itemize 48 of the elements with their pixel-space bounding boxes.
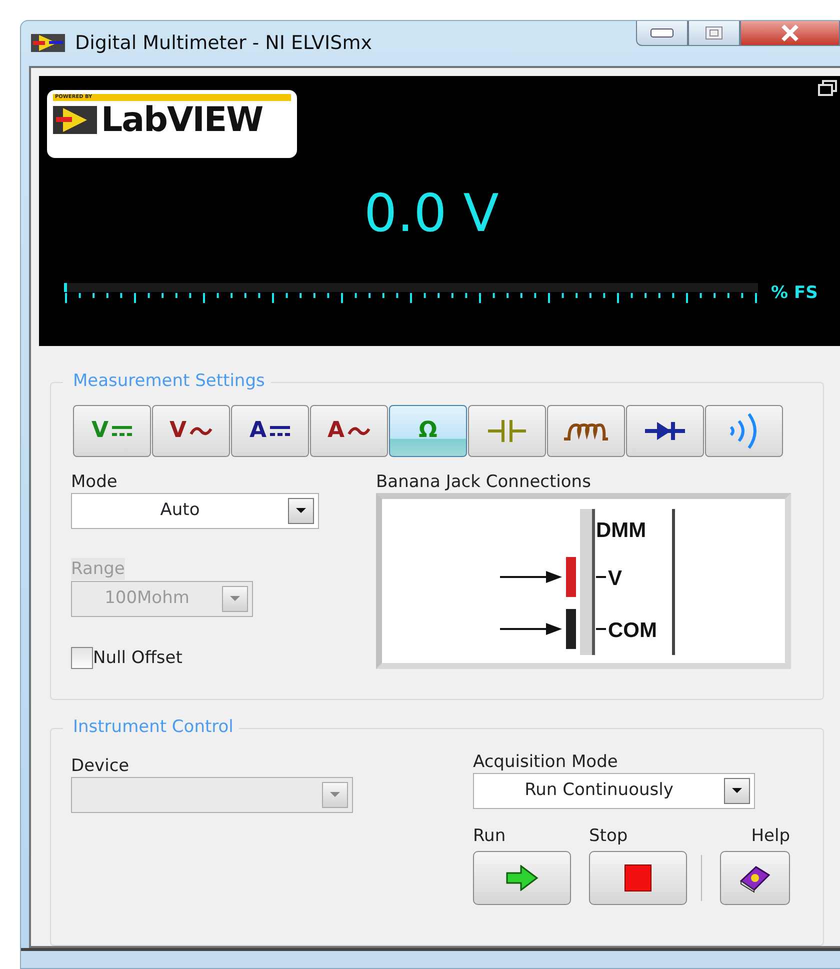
function-button[interactable]	[626, 404, 704, 457]
function-button[interactable]: Ω	[389, 404, 467, 457]
ac-icon	[346, 424, 371, 437]
dc-icon	[110, 424, 133, 437]
scale-unit: % FS	[771, 282, 818, 305]
arrow-icon	[500, 622, 562, 635]
minimize-icon	[650, 28, 674, 38]
button-label: Run	[473, 824, 507, 847]
close-button[interactable]	[740, 21, 840, 46]
function-button[interactable]: V	[152, 404, 230, 457]
button-label: Stop	[589, 824, 629, 847]
stop-icon	[624, 864, 652, 892]
arrow-icon	[500, 570, 562, 583]
meter-reading: 0.0 V	[364, 184, 499, 244]
jack-label: COM	[608, 618, 657, 642]
field-label: Range	[71, 558, 125, 580]
logo-icon	[53, 104, 97, 136]
leader-line	[596, 576, 606, 578]
minimize-button[interactable]	[636, 21, 688, 46]
dropdown-field[interactable]: Auto	[71, 492, 319, 529]
run-button[interactable]	[473, 850, 571, 905]
dc-icon	[268, 424, 291, 437]
window-title: Digital Multimeter - NI ELVISmx	[75, 31, 372, 56]
field-label: Mode	[71, 470, 118, 493]
capacitor-icon	[488, 418, 526, 443]
logo-text: LabVIEW	[101, 100, 263, 139]
stop-button[interactable]	[589, 850, 687, 905]
leader-line	[596, 628, 606, 630]
button-label: Help	[750, 824, 790, 847]
app-icon	[31, 32, 65, 54]
dropdown-field[interactable]: Run Continuously	[473, 772, 755, 809]
function-button[interactable]	[547, 404, 625, 457]
help-button[interactable]	[720, 850, 790, 905]
maximize-button[interactable]	[688, 21, 740, 46]
maximize-icon	[705, 26, 723, 40]
null-offset-checkbox[interactable]: Null Offset	[71, 646, 211, 669]
field-label: Acquisition Mode	[473, 750, 619, 773]
function-button[interactable]: A	[310, 404, 388, 457]
panel-header: DMM	[596, 518, 646, 542]
jack-label: V	[608, 566, 622, 590]
field-label: Device	[71, 754, 130, 777]
restore-icon[interactable]	[818, 80, 838, 96]
arrow-icon	[505, 864, 539, 891]
function-button[interactable]: A	[231, 404, 309, 457]
ac-icon	[188, 424, 213, 437]
diode-icon	[645, 420, 685, 442]
function-button[interactable]: V	[73, 404, 151, 457]
field-label: Banana Jack Connections	[376, 470, 592, 493]
